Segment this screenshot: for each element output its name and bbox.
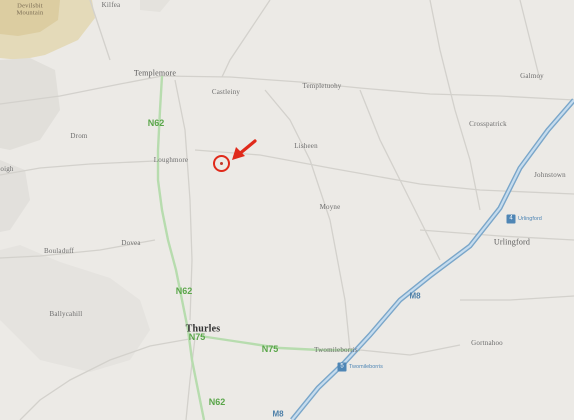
- junction-twomileborris-icon: 5: [337, 362, 347, 372]
- location-dot: [220, 162, 223, 165]
- place-label-templemore: Templemore: [133, 68, 177, 78]
- place-label-galmoy: Galmoy: [520, 72, 544, 80]
- place-label-mountain: Mountain: [16, 9, 44, 17]
- map-base-layer: [0, 0, 574, 420]
- road-label-m8-north: M8: [409, 291, 421, 301]
- place-label-twomileborris: Twomileborris: [314, 346, 358, 354]
- road-label-m8-south: M8: [272, 409, 284, 419]
- motorway-m8: [290, 98, 574, 420]
- road-label-n75-west: N75: [188, 332, 206, 342]
- place-label-urlingford: Urlingford: [493, 237, 531, 247]
- place-label-lisheen: Lisheen: [294, 142, 318, 150]
- junction-urlingford-icon: 4: [506, 214, 516, 224]
- road-label-n62-mid: N62: [175, 286, 193, 296]
- place-label-castleiny: Castleiny: [211, 88, 241, 96]
- junction-label-twomileborris: Twomileborris: [349, 364, 383, 370]
- place-label-templetuohy: Templetuohy: [302, 82, 342, 90]
- place-label-johnstown: Johnstown: [534, 171, 566, 179]
- location-marker-icon[interactable]: [213, 155, 230, 172]
- terrain-hills: [0, 0, 170, 372]
- place-label-loughmore: Loughmore: [153, 156, 189, 164]
- place-label-oigh: oigh: [0, 165, 14, 173]
- map-view[interactable]: Devilsbit Mountain Kilfea Templemore Cas…: [0, 0, 574, 420]
- place-label-bouladuff: Bouladuff: [43, 247, 75, 255]
- place-label-dovea: Dovea: [121, 239, 141, 247]
- place-label-ballycahill: Ballycahill: [49, 310, 83, 318]
- place-label-crosspatrick: Crosspatrick: [469, 120, 507, 128]
- road-label-n75-east: N75: [261, 344, 279, 354]
- place-label-moyne: Moyne: [319, 203, 341, 211]
- junction-label-urlingford: Urlingford: [518, 216, 542, 222]
- national-roads: [156, 75, 360, 420]
- road-label-n62-south: N62: [208, 397, 226, 407]
- place-label-gortnahoo: Gortnahoo: [471, 339, 503, 347]
- place-label-drom: Drom: [70, 132, 88, 140]
- road-label-n62-north: N62: [147, 118, 165, 128]
- place-label-devilsbit: Devilsbit: [17, 2, 43, 10]
- place-label-kilfea: Kilfea: [101, 1, 121, 9]
- pointer-arrow-icon: [232, 139, 257, 160]
